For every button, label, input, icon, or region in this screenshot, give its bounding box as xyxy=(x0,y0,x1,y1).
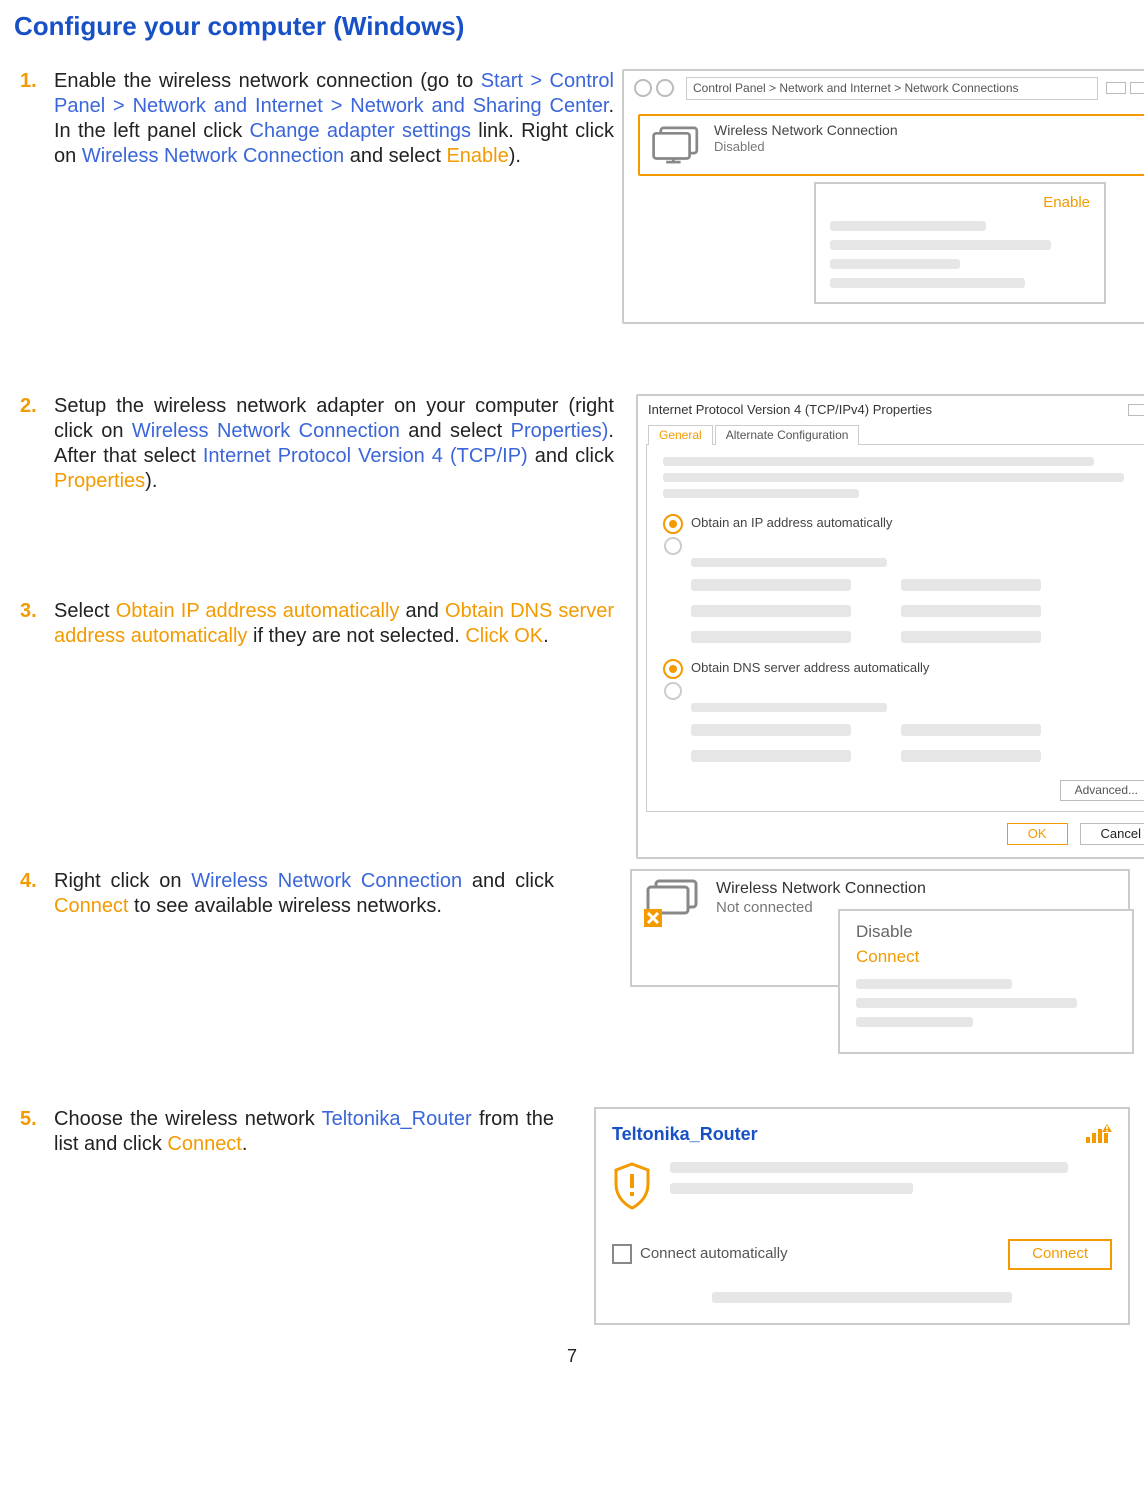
connect-menu-item[interactable]: Connect xyxy=(856,946,1116,967)
advanced-button[interactable]: Advanced... xyxy=(1060,780,1144,801)
breadcrumb: Control Panel > Network and Internet > N… xyxy=(686,77,1098,100)
shield-warning-icon xyxy=(612,1162,652,1217)
cancel-button[interactable]: Cancel xyxy=(1080,823,1144,845)
monitor-icon xyxy=(650,122,704,168)
step-3-text: Select Obtain IP address automatically a… xyxy=(54,599,614,649)
radio-obtain-ip-auto[interactable]: Obtain an IP address automatically xyxy=(663,514,1144,534)
radio-use-dns[interactable] xyxy=(664,682,682,700)
connection-item[interactable]: Wireless Network Connection Disabled xyxy=(638,114,1144,176)
radio-use-ip[interactable] xyxy=(664,537,682,555)
connection-status: Disabled xyxy=(714,139,898,155)
network-connections-window: Control Panel > Network and Internet > N… xyxy=(622,69,1144,325)
disable-menu-item[interactable]: Disable xyxy=(856,921,1116,942)
context-menu: Enable xyxy=(814,182,1106,305)
tab-alternate[interactable]: Alternate Configuration xyxy=(715,425,860,445)
wifi-network-panel: Teltonika_Router xyxy=(594,1107,1130,1325)
wifi-ssid: Teltonika_Router xyxy=(612,1123,758,1146)
step-1-text: Enable the wireless network connection (… xyxy=(54,69,614,169)
enable-menu-item[interactable]: Enable xyxy=(830,194,1090,213)
tab-general[interactable]: General xyxy=(648,425,713,445)
page-title: Configure your computer (Windows) xyxy=(14,10,1130,43)
connect-button[interactable]: Connect xyxy=(1008,1239,1112,1270)
nav-back-forward-icon xyxy=(634,79,674,97)
step-5-text: Choose the wireless network Teltonika_Ro… xyxy=(54,1107,554,1157)
monitor-x-icon xyxy=(644,879,704,929)
step-4-text: Right click on Wireless Network Connecti… xyxy=(54,869,554,919)
window-buttons-icon xyxy=(1128,404,1144,416)
window-title: Internet Protocol Version 4 (TCP/IPv4) P… xyxy=(648,402,932,418)
connection-name: Wireless Network Connection xyxy=(714,122,898,140)
connect-automatically-checkbox[interactable]: Connect automatically xyxy=(612,1244,788,1264)
wireless-connection-context: Wireless Network Connection Not connecte… xyxy=(630,869,1130,987)
connection-name: Wireless Network Connection xyxy=(716,879,926,899)
wifi-signal-warning-icon xyxy=(1084,1123,1112,1152)
ok-button[interactable]: OK xyxy=(1007,823,1068,845)
radio-obtain-dns-auto[interactable]: Obtain DNS server address automatically xyxy=(663,659,1144,679)
context-menu: Disable Connect xyxy=(838,909,1134,1055)
window-buttons-icon xyxy=(1106,82,1144,94)
page-number: 7 xyxy=(14,1345,1130,1368)
step-2-text: Setup the wireless network adapter on yo… xyxy=(54,394,614,494)
